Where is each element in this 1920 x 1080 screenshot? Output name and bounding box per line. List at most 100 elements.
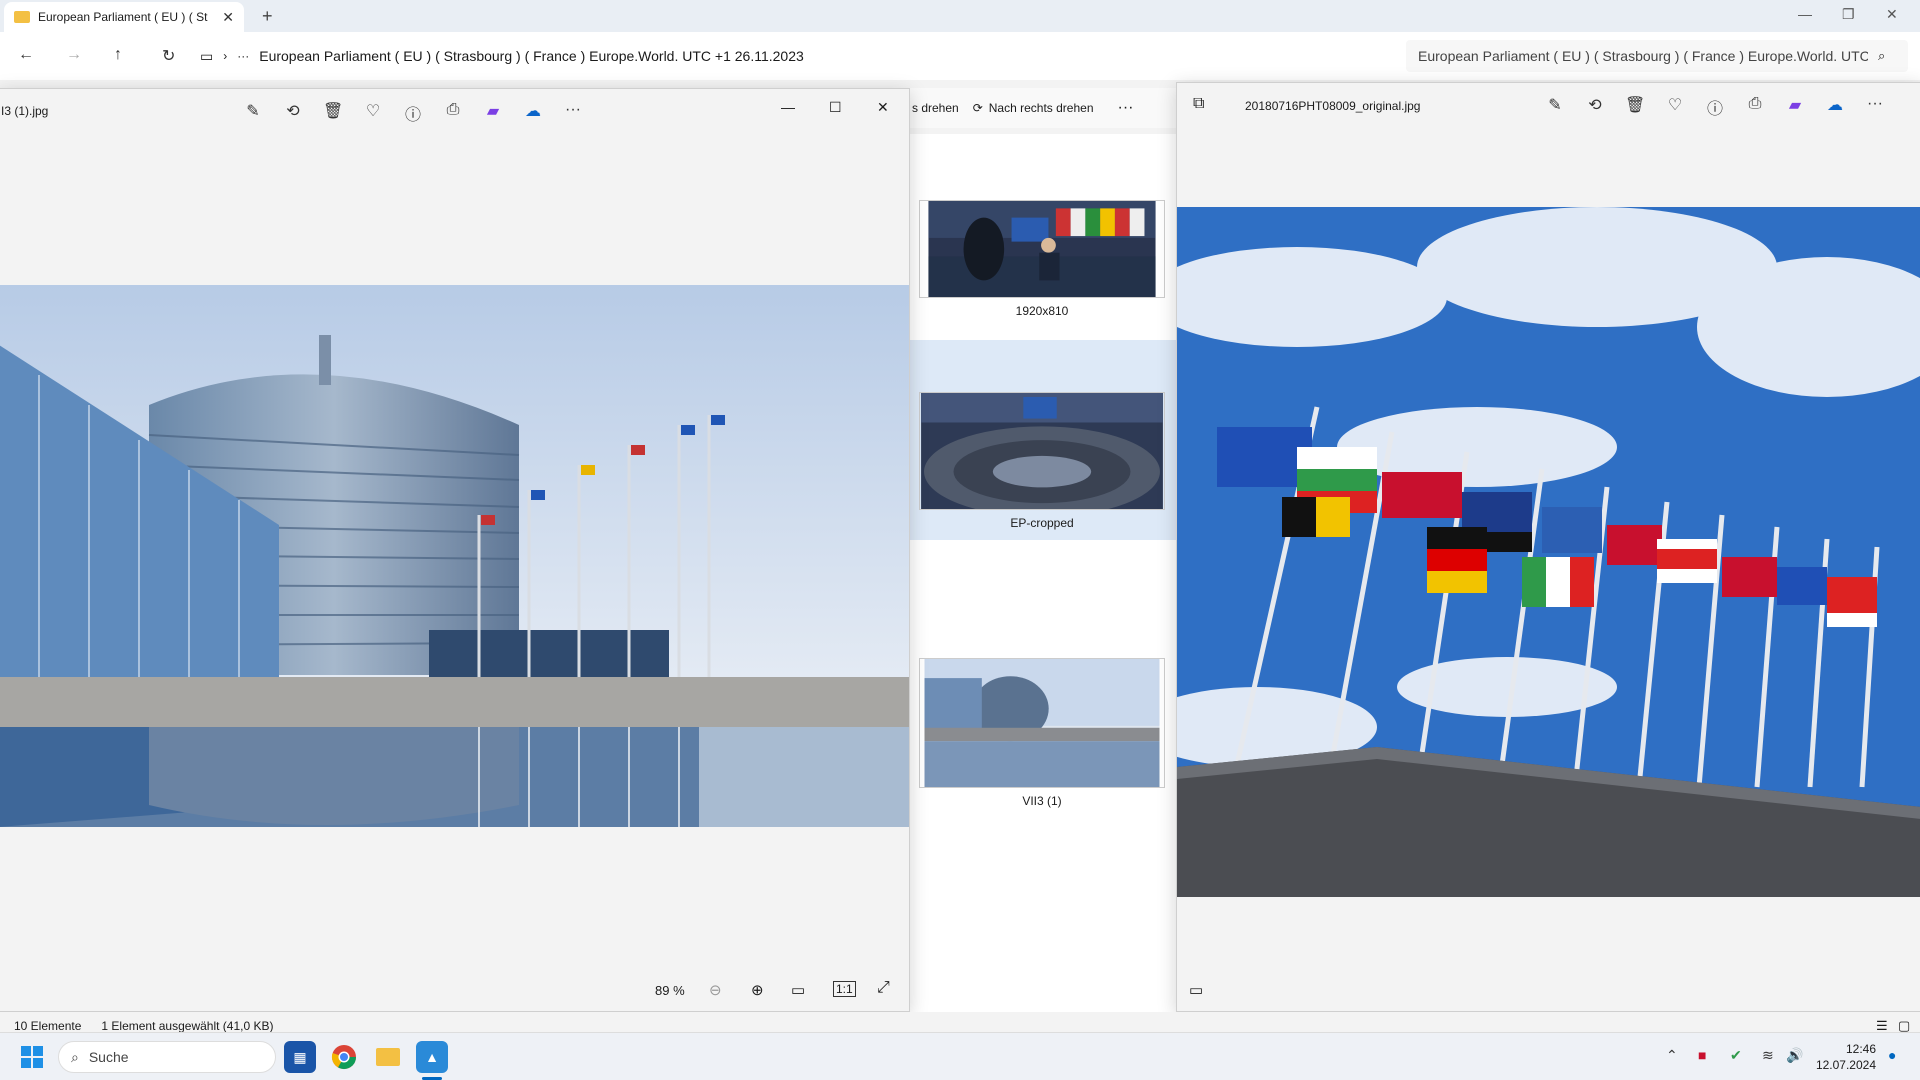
search-text: European Parliament ( EU ) ( Strasbourg … (1418, 48, 1868, 64)
zoom-in-icon[interactable]: ⊕ (751, 981, 764, 999)
search-icon[interactable]: ⌕ (1878, 48, 1885, 64)
notification-icon[interactable]: ● (1888, 1047, 1896, 1063)
edit-icon[interactable]: ✎ (1545, 95, 1565, 119)
viewer-toolbar: ⧉ 20180716PHT08009_original.jpg ✎ ⟲ 🗑 ♡ … (1177, 83, 1920, 127)
tray-app-icon[interactable]: ■ (1698, 1047, 1706, 1063)
taskbar: ⌕ Suche ▦ ▲ ⌃ ■ ✔ ≋ 🔊 12:46 12.07.2024 ● (0, 1032, 1920, 1080)
store-icon[interactable]: ▦ (284, 1041, 316, 1073)
folder-icon (14, 11, 30, 23)
viewer-file-name: 20180716PHT08009_original.jpg (1245, 99, 1421, 113)
thumbnail-image (919, 658, 1165, 788)
minimize-icon[interactable]: — (1798, 6, 1812, 22)
viewer-file-name: I3 (1).jpg (1, 104, 49, 118)
file-explorer-icon[interactable] (372, 1041, 404, 1073)
main-photo (1177, 207, 1920, 897)
chevron-right-icon: › (223, 49, 228, 63)
fit-to-window-icon[interactable]: ▭ (791, 981, 805, 999)
explorer-titlebar: European Parliament ( EU ) ( Strasbourg … (0, 0, 1920, 32)
actual-size-icon[interactable]: 1:1 (833, 981, 856, 997)
windows-icon (21, 1046, 43, 1068)
favorite-icon[interactable]: ♡ (1665, 95, 1685, 119)
rotate-left-button[interactable]: s drehen (912, 101, 959, 115)
list-item[interactable]: EP-cropped (908, 340, 1176, 540)
chrome-icon[interactable] (328, 1041, 360, 1073)
wifi-icon[interactable]: ≋ (1762, 1047, 1774, 1064)
delete-icon[interactable]: 🗑 (323, 101, 343, 125)
taskbar-search-input[interactable]: ⌕ Suche (58, 1041, 276, 1073)
address-bar[interactable]: ▭ › ··· European Parliament ( EU ) ( Str… (200, 40, 1400, 72)
volume-icon[interactable]: 🔊 (1786, 1047, 1803, 1064)
address-path: European Parliament ( EU ) ( Strasbourg … (259, 48, 804, 64)
thumbnail-label: 1920x810 (1015, 304, 1069, 318)
viewer-toolbar: I3 (1).jpg ✎ ⟲ 🗑 ♡ ⓘ ⎙ ▰ ☁ ··· — ☐ ✕ (0, 89, 909, 133)
delete-icon[interactable]: 🗑 (1625, 95, 1645, 119)
more-icon[interactable]: ··· (563, 101, 583, 125)
gallery-icon[interactable]: ⧉ (1193, 95, 1204, 113)
zoom-level: 89 % (655, 983, 685, 998)
close-icon[interactable]: ✕ (877, 99, 889, 116)
photos-icon[interactable]: ▲ (416, 1041, 448, 1073)
rotate-icon[interactable]: ⟲ (1585, 95, 1605, 119)
refresh-icon[interactable]: ↻ (162, 46, 175, 66)
info-icon[interactable]: ⓘ (403, 101, 423, 125)
explorer-tab[interactable]: European Parliament ( EU ) ( Strasbourg … (4, 2, 244, 32)
rotate-icon[interactable]: ⟲ (283, 101, 303, 125)
viewer-footer: ▭ (1177, 971, 1920, 1011)
back-icon[interactable]: ← (18, 46, 34, 64)
new-tab-button[interactable]: + (262, 6, 273, 27)
close-tab-icon[interactable]: ✕ (222, 9, 234, 26)
monitor-icon: ▭ (200, 47, 214, 64)
maximize-icon[interactable]: ☐ (829, 99, 842, 116)
start-button[interactable] (16, 1041, 48, 1073)
more-icon[interactable]: ··· (1865, 95, 1885, 119)
thumbnail-image (919, 392, 1165, 510)
filmstrip-icon[interactable]: ▭ (1189, 981, 1203, 999)
folder-shape (376, 1048, 400, 1066)
list-item[interactable]: VII3 (1) (908, 658, 1176, 808)
close-window-icon[interactable]: ✕ (1886, 6, 1898, 23)
more-path-icon[interactable]: ··· (237, 49, 249, 63)
up-icon[interactable]: ↑ (114, 46, 122, 64)
rotate-right-icon: ⟳ (972, 101, 983, 115)
clock-date: 12.07.2024 (1815, 1058, 1876, 1072)
rotate-right-label: Nach rechts drehen (988, 101, 1094, 115)
thumbnail-label: EP-cropped (1010, 516, 1074, 530)
restore-icon[interactable]: ❐ (1842, 6, 1855, 23)
search-icon: ⌕ (71, 1048, 79, 1065)
photo-viewer-right: ⧉ 20180716PHT08009_original.jpg ✎ ⟲ 🗑 ♡ … (1176, 82, 1920, 1012)
edit-icon[interactable]: ✎ (243, 101, 263, 125)
clock-time: 12:46 (1845, 1042, 1876, 1056)
print-icon[interactable]: ⎙ (1745, 95, 1765, 119)
chrome-logo (331, 1045, 356, 1070)
minimize-icon[interactable]: — (781, 99, 795, 115)
security-icon[interactable]: ✔ (1730, 1047, 1742, 1064)
photo-viewer-left: I3 (1).jpg ✎ ⟲ 🗑 ♡ ⓘ ⎙ ▰ ☁ ··· — ☐ ✕ 89 … (0, 88, 910, 1012)
explorer-navbar: ← → ↑ ↻ ▭ › ··· European Parliament ( EU… (0, 32, 1920, 80)
explorer-commandbar: s drehen ⟳ Nach rechts drehen ··· (908, 88, 1176, 128)
main-photo (0, 285, 909, 827)
explorer-content: 1920x810 EP-cropped VII3 (1) (908, 134, 1176, 1034)
print-icon[interactable]: ⎙ (443, 101, 463, 125)
more-options-button[interactable]: ··· (1118, 99, 1134, 117)
clipchamp-icon[interactable]: ▰ (1785, 95, 1805, 119)
info-icon[interactable]: ⓘ (1705, 95, 1725, 119)
zoom-out-icon[interactable]: ⊖ (709, 981, 722, 999)
tab-title: European Parliament ( EU ) ( Strasbourg … (38, 10, 208, 24)
viewer-footer: 89 % ⊖ ⊕ ▭ 1:1 ⤢ (0, 971, 909, 1011)
thumbnail-image (919, 200, 1165, 298)
forward-icon[interactable]: → (66, 46, 82, 64)
list-item[interactable]: 1920x810 (908, 200, 1176, 318)
fullscreen-icon[interactable]: ⤢ (877, 979, 890, 997)
favorite-icon[interactable]: ♡ (363, 101, 383, 125)
clock[interactable]: 12:46 12.07.2024 (1816, 1041, 1876, 1073)
chevron-up-icon[interactable]: ⌃ (1666, 1047, 1678, 1064)
item-count: 10 Elemente (14, 1019, 82, 1033)
clipchamp-icon[interactable]: ▰ (483, 101, 503, 125)
rotate-right-button[interactable]: ⟳ Nach rechts drehen (973, 101, 1094, 115)
onedrive-icon[interactable]: ☁ (1825, 95, 1845, 119)
taskbar-search-placeholder: Suche (88, 1049, 129, 1065)
explorer-search-input[interactable]: European Parliament ( EU ) ( Strasbourg … (1406, 40, 1908, 72)
onedrive-icon[interactable]: ☁ (523, 101, 543, 125)
selection-info: 1 Element ausgewählt (41,0 KB) (101, 1019, 274, 1033)
thumbnail-label: VII3 (1) (1022, 794, 1062, 808)
